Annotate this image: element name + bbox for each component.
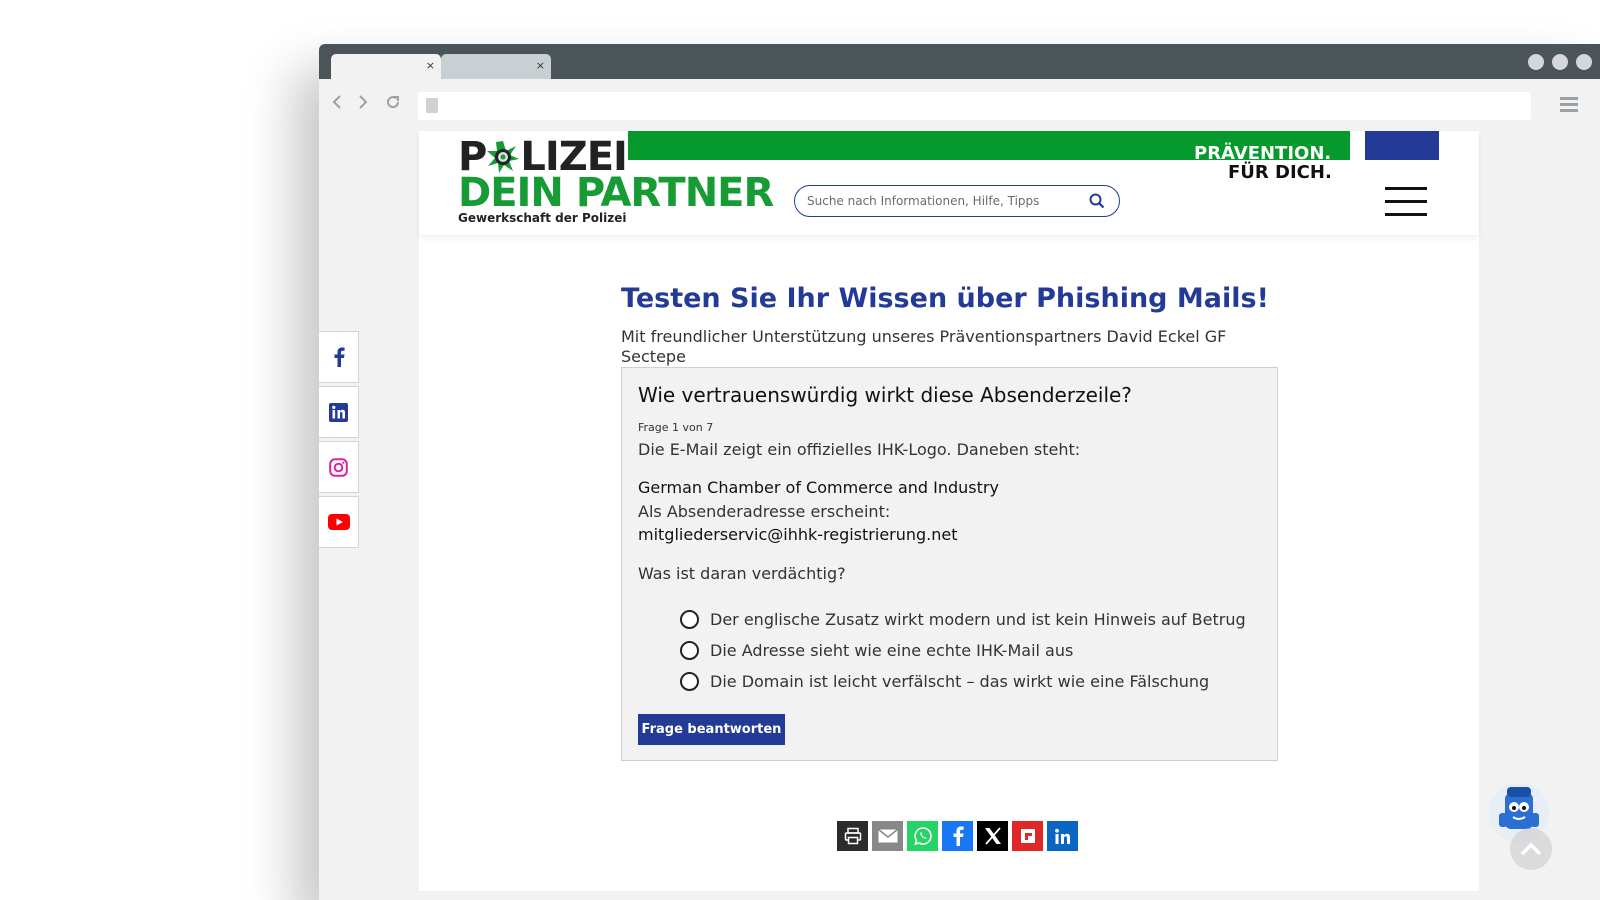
flipboard-icon[interactable]: [1012, 821, 1043, 851]
answer-options: Der englische Zusatz wirkt modern und is…: [680, 604, 1246, 697]
browser-tab[interactable]: ×: [441, 54, 551, 80]
sender-name: German Chamber of Commerce and Industry: [638, 478, 999, 497]
youtube-icon[interactable]: [319, 496, 359, 548]
page-title: Testen Sie Ihr Wissen über Phishing Mail…: [621, 283, 1269, 314]
radio-button[interactable]: [680, 610, 699, 629]
question-counter: Frage 1 von 7: [638, 421, 714, 434]
question-heading: Wie vertrauenswürdig wirkt diese Absende…: [638, 383, 1132, 407]
browser-window: × × P LIZEI DEIN PARTNER Gewerkschaft de…: [319, 44, 1600, 900]
browser-menu-icon[interactable]: [1560, 97, 1578, 115]
forward-icon[interactable]: [357, 93, 369, 113]
facebook-icon[interactable]: [319, 331, 359, 383]
sender-label: Als Absenderadresse erscheint:: [638, 502, 891, 521]
back-icon[interactable]: [331, 93, 343, 113]
whatsapp-icon[interactable]: [907, 821, 938, 851]
main-menu-icon[interactable]: [1385, 187, 1427, 226]
browser-tab-active[interactable]: ×: [331, 54, 441, 80]
close-tab-icon[interactable]: ×: [426, 59, 435, 73]
page-icon: [426, 98, 438, 113]
close-tab-icon[interactable]: ×: [536, 59, 545, 73]
search-input[interactable]: [807, 192, 1077, 210]
chevron-up-icon: [1520, 842, 1542, 856]
address-bar[interactable]: [418, 92, 1531, 120]
question-text: Die E-Mail zeigt ein offizielles IHK-Log…: [638, 440, 1081, 459]
sender-email: mitgliederservic@ihhk-registrierung.net: [638, 525, 958, 544]
slogan-line-1: PRÄVENTION.: [1194, 143, 1332, 164]
slogan-line-2: FÜR DICH.: [1228, 162, 1332, 183]
radio-button[interactable]: [680, 641, 699, 660]
submit-answer-button[interactable]: Frage beantworten: [638, 714, 785, 745]
page-subtitle: Mit freundlicher Unterstützung unseres P…: [621, 327, 1227, 366]
linkedin-icon[interactable]: [1047, 821, 1078, 851]
answer-option-label: Die Domain ist leicht verfälscht – das w…: [710, 672, 1210, 691]
web-page: P LIZEI DEIN PARTNER Gewerkschaft der Pol…: [419, 131, 1479, 891]
share-bar: [837, 821, 1082, 851]
page-viewport: P LIZEI DEIN PARTNER Gewerkschaft der Pol…: [319, 131, 1600, 900]
answer-option[interactable]: Die Adresse sieht wie eine echte IHK-Mai…: [680, 635, 1246, 666]
instagram-icon[interactable]: [319, 441, 359, 493]
search-icon[interactable]: [1089, 193, 1105, 213]
reload-icon[interactable]: [385, 93, 401, 113]
x-icon[interactable]: [977, 821, 1008, 851]
browser-toolbar: [319, 79, 1600, 131]
answer-option[interactable]: Die Domain ist leicht verfälscht – das w…: [680, 666, 1246, 697]
police-star-icon: [486, 140, 520, 174]
header-blue-block: [1365, 131, 1439, 160]
social-sidebar: [319, 331, 359, 551]
linkedin-icon[interactable]: [319, 386, 359, 438]
email-icon[interactable]: [872, 821, 903, 851]
answer-option-label: Der englische Zusatz wirkt modern und is…: [710, 610, 1246, 629]
question-prompt: Was ist daran verdächtig?: [638, 564, 846, 583]
answer-option-label: Die Adresse sieht wie eine echte IHK-Mai…: [710, 641, 1074, 660]
scroll-to-top-button[interactable]: [1510, 828, 1552, 870]
answer-option[interactable]: Der englische Zusatz wirkt modern und is…: [680, 604, 1246, 635]
main-content: Testen Sie Ihr Wissen über Phishing Mail…: [621, 283, 1281, 367]
window-dot-icon[interactable]: [1552, 54, 1568, 70]
facebook-icon[interactable]: [942, 821, 973, 851]
search-box: [794, 185, 1120, 217]
window-dot-icon[interactable]: [1528, 54, 1544, 70]
print-icon[interactable]: [837, 821, 868, 851]
window-controls: [1528, 54, 1600, 74]
tab-bar: × ×: [319, 44, 1600, 80]
radio-button[interactable]: [680, 672, 699, 691]
site-header: P LIZEI DEIN PARTNER Gewerkschaft der Pol…: [419, 131, 1479, 235]
window-dot-icon[interactable]: [1576, 54, 1592, 70]
quiz-card: Wie vertrauenswürdig wirkt diese Absende…: [621, 367, 1278, 761]
logo-subline: DEIN PARTNER: [458, 170, 774, 216]
